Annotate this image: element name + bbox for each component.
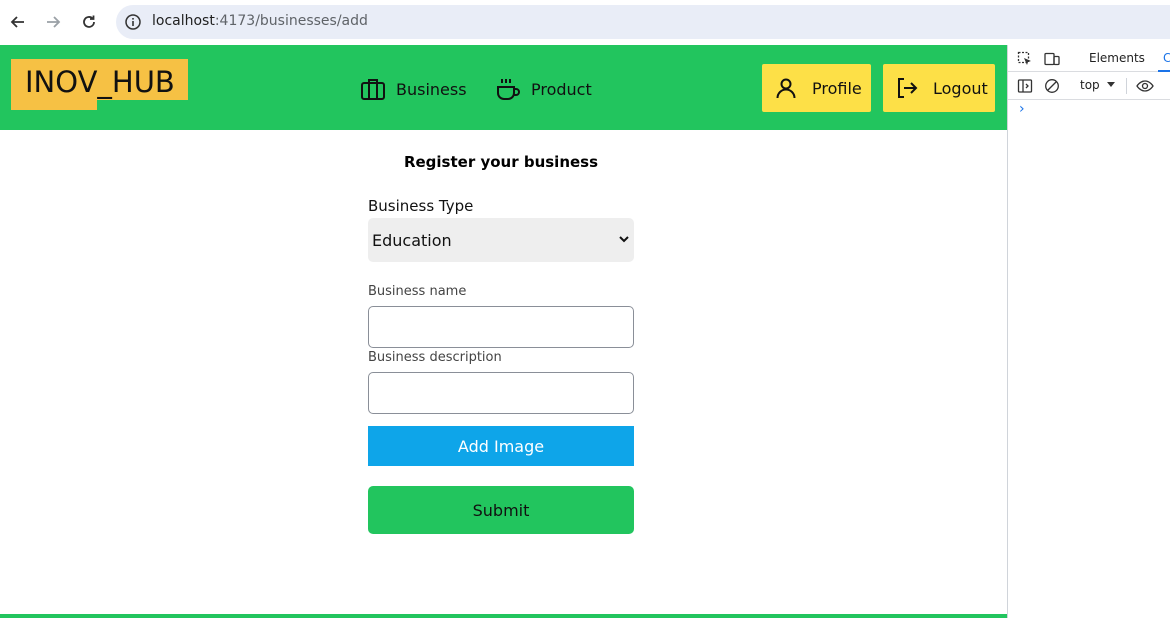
form-title: Register your business: [403, 153, 599, 171]
url-host: localhost: [152, 13, 215, 29]
business-type-label: Business Type: [368, 197, 474, 215]
nav-link-product-label: Product: [531, 79, 592, 99]
browser-toolbar: localhost:4173/businesses/add: [0, 0, 1170, 45]
eye-icon[interactable]: [1136, 78, 1154, 94]
context-dropdown-caret-icon[interactable]: [1107, 82, 1115, 87]
logout-button[interactable]: Logout: [883, 64, 995, 112]
url-path: :4173/businesses/add: [214, 13, 368, 29]
devtools-panel: Elements C top ›: [1007, 45, 1170, 618]
profile-button[interactable]: Profile: [762, 64, 871, 112]
user-icon: [776, 78, 796, 99]
inspect-element-icon[interactable]: [1017, 51, 1033, 67]
briefcase-icon: [361, 79, 385, 100]
console-prompt[interactable]: ›: [1019, 101, 1025, 117]
toolbar-divider: [1126, 78, 1127, 94]
page-viewport: INOV_HUB Business Product Profile Logout…: [0, 45, 1007, 618]
logout-button-label: Logout: [933, 78, 988, 98]
footer-bar: [0, 614, 1007, 618]
url-text: localhost:4173/businesses/add: [152, 13, 368, 29]
devtools-tab-console[interactable]: C: [1163, 51, 1170, 65]
clear-console-icon[interactable]: [1044, 78, 1060, 94]
address-bar[interactable]: localhost:4173/businesses/add: [116, 5, 1170, 39]
sidebar-toggle-icon[interactable]: [1017, 78, 1033, 94]
logo-text: INOV_HUB: [25, 65, 175, 99]
reload-button[interactable]: [79, 12, 99, 32]
chevron-down-icon: [619, 236, 629, 243]
back-button[interactable]: [8, 12, 28, 32]
arrow-left-icon: [10, 16, 24, 28]
business-type-selected: Education: [372, 230, 452, 250]
arrow-right-icon: [47, 16, 61, 28]
context-selector[interactable]: top: [1080, 78, 1100, 92]
site-info-icon[interactable]: [124, 13, 142, 31]
forward-button[interactable]: [43, 12, 63, 32]
devtools-console-toolbar: top: [1008, 72, 1170, 100]
device-toolbar-icon[interactable]: [1044, 51, 1060, 67]
coffee-cup-icon: [497, 79, 520, 100]
devtools-tab-elements[interactable]: Elements: [1089, 51, 1145, 65]
nav-link-business-label: Business: [396, 79, 467, 99]
reload-icon: [83, 15, 95, 28]
profile-button-label: Profile: [812, 78, 862, 98]
nav-link-product[interactable]: Product: [495, 75, 592, 103]
business-name-label: Business name: [368, 284, 467, 299]
site-header: INOV_HUB Business Product Profile Logout: [0, 45, 1007, 130]
nav-link-business[interactable]: Business: [360, 75, 467, 103]
devtools-tabbar: Elements C: [1008, 45, 1170, 72]
logout-icon: [898, 78, 918, 98]
business-type-select[interactable]: Education: [368, 218, 634, 262]
business-description-label: Business description: [368, 350, 502, 365]
submit-button[interactable]: Submit: [368, 486, 634, 534]
business-name-input[interactable]: [368, 306, 634, 348]
site-logo[interactable]: INOV_HUB: [11, 59, 189, 110]
add-image-button[interactable]: Add Image: [368, 426, 634, 466]
business-description-input[interactable]: [368, 372, 634, 414]
